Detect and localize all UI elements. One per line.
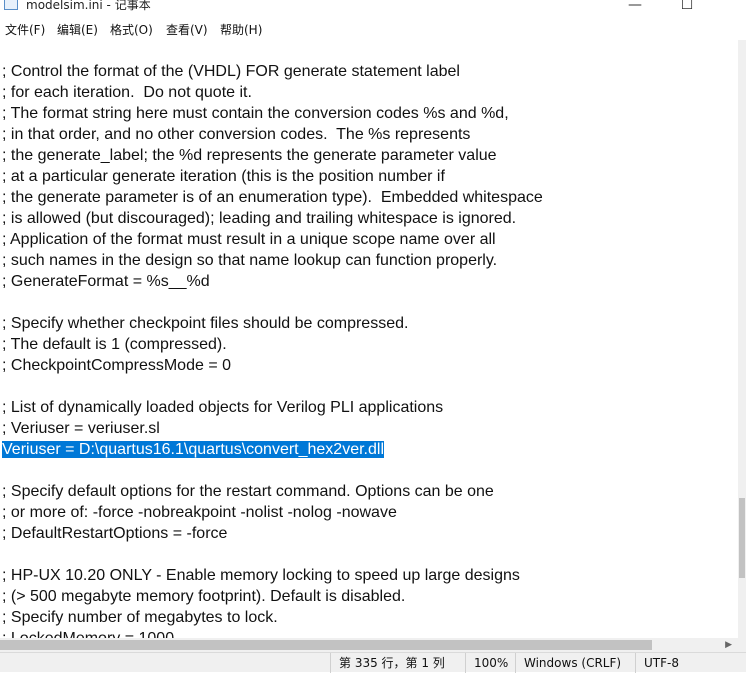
line-text: ; such names in the design so that name …: [2, 252, 498, 269]
notepad-icon: [4, 0, 18, 10]
editor-line: ; at a particular generate iteration (th…: [2, 166, 543, 187]
status-bar: 第 335 行，第 1 列 100% Windows (CRLF) UTF-8: [0, 652, 746, 673]
status-zoom: 100%: [465, 653, 515, 673]
editor-line: ; Specify number of megabytes to lock.: [2, 607, 543, 628]
status-encoding: UTF-8: [635, 653, 746, 673]
line-text: ; is allowed (but discouraged); leading …: [2, 210, 517, 227]
editor-line: ; Specify whether checkpoint files shoul…: [2, 313, 543, 334]
editor-line: ; the generate_label; the %d represents …: [2, 145, 543, 166]
status-line-ending: Windows (CRLF): [515, 653, 635, 673]
line-text: ; CheckpointCompressMode = 0: [2, 357, 231, 374]
line-text: ; List of dynamically loaded objects for…: [2, 399, 444, 416]
line-text: ; the generate parameter is of an enumer…: [2, 189, 543, 206]
menu-help[interactable]: 帮助(H): [220, 21, 262, 38]
vertical-scroll-thumb[interactable]: [739, 498, 745, 578]
editor-line: ; Veriuser = veriuser.sl: [2, 418, 543, 439]
menu-file[interactable]: 文件(F): [5, 21, 45, 38]
editor-line: ; DefaultRestartOptions = -force: [2, 523, 543, 544]
editor-line: ; or more of: -force -nobreakpoint -noli…: [2, 502, 543, 523]
status-cursor-position: 第 335 行，第 1 列: [330, 653, 465, 673]
editor-line: ; the generate parameter is of an enumer…: [2, 187, 543, 208]
maximize-button[interactable]: ☐: [664, 0, 710, 18]
editor-line: ; CheckpointCompressMode = 0: [2, 355, 543, 376]
editor-line: ; Specify default options for the restar…: [2, 481, 543, 502]
editor-line: ; such names in the design so that name …: [2, 250, 543, 271]
line-text: ; Specify default options for the restar…: [2, 483, 494, 500]
editor-line: ; in that order, and no other conversion…: [2, 124, 543, 145]
editor-line: ; HP-UX 10.20 ONLY - Enable memory locki…: [2, 565, 543, 586]
editor-lines: ; Control the format of the (VHDL) FOR g…: [2, 61, 543, 638]
line-text: ; for each iteration. Do not quote it.: [2, 84, 252, 101]
editor-line: ; (> 500 megabyte memory footprint). Def…: [2, 586, 543, 607]
editor-line: ; is allowed (but discouraged); leading …: [2, 208, 543, 229]
line-text: ; Control the format of the (VHDL) FOR g…: [2, 63, 460, 80]
line-text: ; LockedMemory = 1000: [2, 630, 174, 638]
window-title: modelsim.ini - 记事本: [26, 0, 151, 12]
line-text: ; DefaultRestartOptions = -force: [2, 525, 228, 542]
line-text: ; at a particular generate iteration (th…: [2, 168, 445, 185]
scrollbar-corner: [738, 638, 746, 652]
editor-line: ; The default is 1 (compressed).: [2, 334, 543, 355]
line-text: ; Veriuser = veriuser.sl: [2, 420, 160, 437]
horizontal-scroll-thumb[interactable]: [0, 640, 652, 650]
editor-line: [2, 292, 543, 313]
editor-line: [2, 460, 543, 481]
line-text: ; the generate_label; the %d represents …: [2, 147, 497, 164]
line-text: ; The default is 1 (compressed).: [2, 336, 227, 353]
line-text: ; in that order, and no other conversion…: [2, 126, 471, 143]
scroll-right-arrow-icon[interactable]: ▶: [725, 638, 732, 652]
editor-line: [2, 544, 543, 565]
editor-line: ; for each iteration. Do not quote it.: [2, 82, 543, 103]
editor-line: ; Control the format of the (VHDL) FOR g…: [2, 61, 543, 82]
editor-line: Veriuser = D:\quartus16.1\quartus\conver…: [2, 439, 543, 460]
editor-line: ; Application of the format must result …: [2, 229, 543, 250]
line-text: ; GenerateFormat = %s__%d: [2, 273, 210, 290]
minimize-button[interactable]: —: [612, 0, 658, 18]
selected-text: Veriuser = D:\quartus16.1\quartus\conver…: [2, 441, 384, 458]
editor-line: [2, 376, 543, 397]
title-bar: modelsim.ini - 记事本 — ☐: [0, 0, 746, 18]
menu-bar: 文件(F) 编辑(E) 格式(O) 查看(V) 帮助(H): [0, 18, 746, 40]
menu-format[interactable]: 格式(O): [110, 21, 153, 38]
line-text: ; Specify whether checkpoint files shoul…: [2, 315, 409, 332]
line-text: ; (> 500 megabyte memory footprint). Def…: [2, 588, 406, 605]
editor-line: ; GenerateFormat = %s__%d: [2, 271, 543, 292]
text-editor[interactable]: ; Control the format of the (VHDL) FOR g…: [0, 40, 738, 638]
horizontal-scrollbar[interactable]: ▶: [0, 638, 738, 652]
line-text: ; HP-UX 10.20 ONLY - Enable memory locki…: [2, 567, 520, 584]
line-text: ; Specify number of megabytes to lock.: [2, 609, 278, 626]
line-text: ; or more of: -force -nobreakpoint -noli…: [2, 504, 397, 521]
editor-line: ; The format string here must contain th…: [2, 103, 543, 124]
editor-line: ; LockedMemory = 1000: [2, 628, 543, 638]
editor-line: ; List of dynamically loaded objects for…: [2, 397, 543, 418]
menu-view[interactable]: 查看(V): [166, 21, 208, 38]
line-text: ; The format string here must contain th…: [2, 105, 509, 122]
menu-edit[interactable]: 编辑(E): [57, 21, 98, 38]
vertical-scrollbar[interactable]: [738, 40, 746, 638]
line-text: ; Application of the format must result …: [2, 231, 496, 248]
